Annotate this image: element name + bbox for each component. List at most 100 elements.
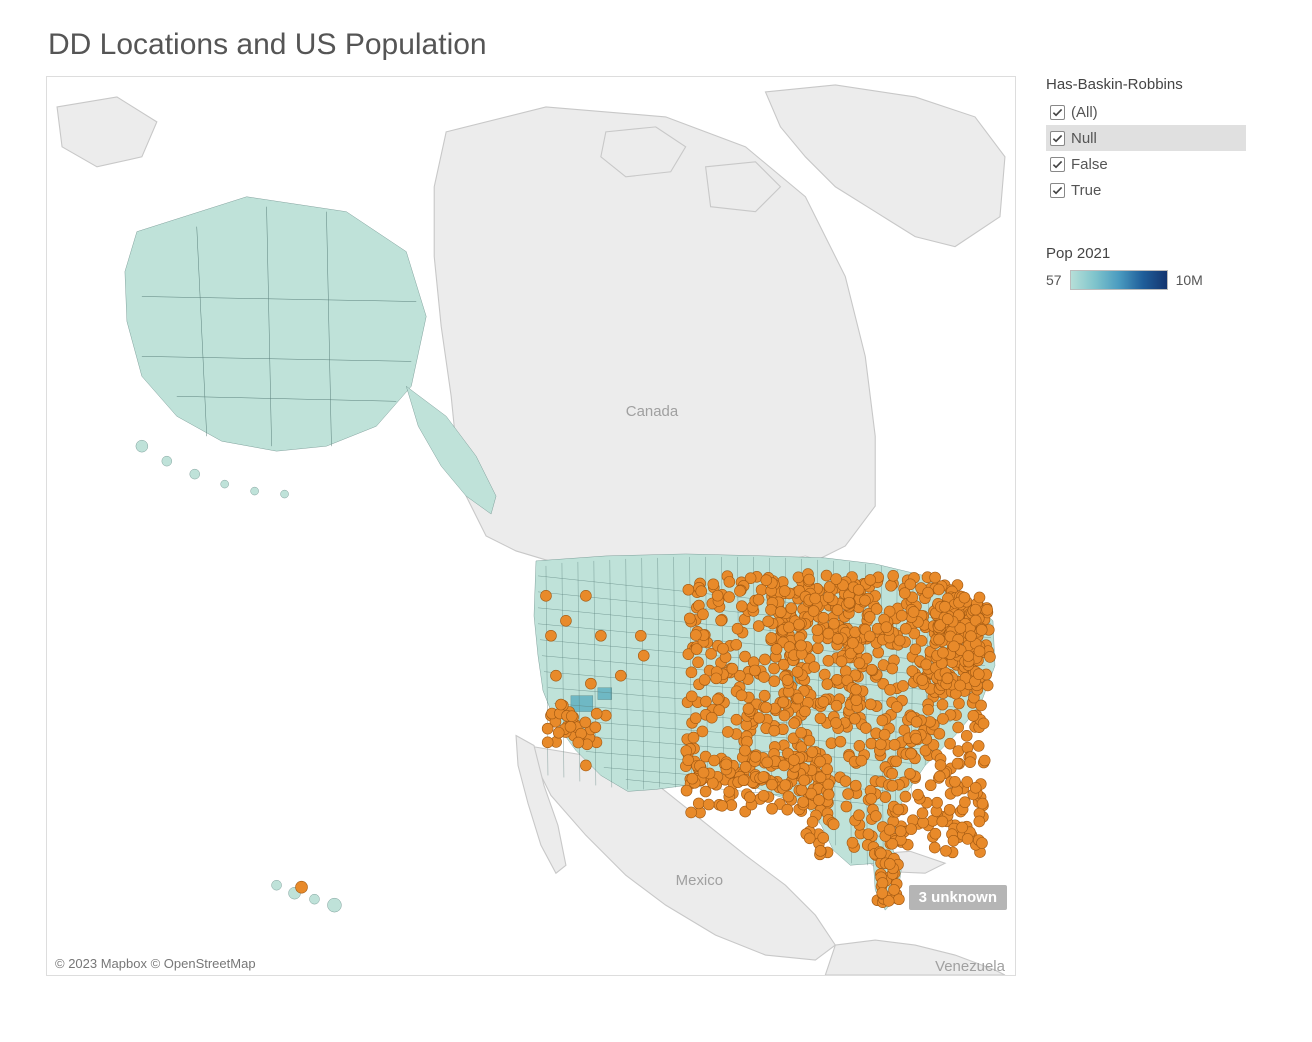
dd-location-marker[interactable] bbox=[796, 785, 807, 796]
filter-item-false[interactable]: False bbox=[1046, 151, 1246, 177]
checkbox-icon[interactable] bbox=[1050, 183, 1065, 198]
dd-location-marker[interactable] bbox=[688, 732, 699, 743]
dd-location-marker[interactable] bbox=[693, 657, 704, 668]
dd-location-marker[interactable] bbox=[851, 695, 862, 706]
dd-location-marker[interactable] bbox=[788, 754, 799, 765]
dd-location-marker[interactable] bbox=[759, 654, 770, 665]
dd-location-marker[interactable] bbox=[948, 641, 959, 652]
dd-location-marker[interactable] bbox=[717, 643, 728, 654]
dd-location-marker[interactable] bbox=[970, 782, 981, 793]
dd-location-marker[interactable] bbox=[754, 712, 765, 723]
dd-location-marker[interactable] bbox=[784, 622, 795, 633]
dd-location-marker[interactable] bbox=[716, 615, 727, 626]
legend-gradient[interactable] bbox=[1070, 270, 1168, 290]
dd-location-marker[interactable] bbox=[724, 786, 735, 797]
dd-location-marker[interactable] bbox=[724, 576, 735, 587]
dd-location-marker[interactable] bbox=[782, 804, 793, 815]
dd-location-marker[interactable] bbox=[973, 669, 984, 680]
dd-location-marker[interactable] bbox=[766, 779, 777, 790]
dd-location-marker[interactable] bbox=[866, 793, 877, 804]
dd-location-marker[interactable] bbox=[749, 665, 760, 676]
dd-location-marker[interactable] bbox=[847, 637, 858, 648]
dd-location-marker[interactable] bbox=[899, 588, 910, 599]
checkbox-icon[interactable] bbox=[1050, 105, 1065, 120]
dd-location-marker[interactable] bbox=[756, 584, 767, 595]
dd-location-marker[interactable] bbox=[832, 633, 843, 644]
dd-location-marker[interactable] bbox=[887, 780, 898, 791]
filter-item-true[interactable]: True bbox=[1046, 177, 1246, 203]
dd-location-marker[interactable] bbox=[708, 579, 719, 590]
dd-location-marker[interactable] bbox=[843, 789, 854, 800]
dd-location-marker[interactable] bbox=[904, 768, 915, 779]
dd-location-marker[interactable] bbox=[691, 644, 702, 655]
dd-location-marker[interactable] bbox=[893, 804, 904, 815]
dd-location-marker[interactable] bbox=[953, 722, 964, 733]
dd-location-marker[interactable] bbox=[687, 773, 698, 784]
dd-location-marker[interactable] bbox=[917, 675, 928, 686]
dd-location-marker[interactable] bbox=[930, 828, 941, 839]
dd-location-marker[interactable] bbox=[847, 837, 858, 848]
dd-location-marker[interactable] bbox=[853, 584, 864, 595]
dd-location-marker[interactable] bbox=[917, 808, 928, 819]
dd-location-marker[interactable] bbox=[939, 601, 950, 612]
dd-location-marker[interactable] bbox=[573, 737, 584, 748]
dd-location-marker[interactable] bbox=[982, 680, 993, 691]
dd-location-marker[interactable] bbox=[973, 740, 984, 751]
dd-location-marker[interactable] bbox=[875, 848, 886, 859]
dd-location-marker[interactable] bbox=[724, 592, 735, 603]
dd-location-marker[interactable] bbox=[885, 684, 896, 695]
dd-location-marker[interactable] bbox=[863, 829, 874, 840]
dd-location-marker[interactable] bbox=[828, 819, 839, 830]
dd-location-marker[interactable] bbox=[880, 792, 891, 803]
dd-location-marker[interactable] bbox=[937, 647, 948, 658]
dd-location-marker[interactable] bbox=[766, 632, 777, 643]
dd-location-marker[interactable] bbox=[793, 693, 804, 704]
dd-location-marker[interactable] bbox=[977, 838, 988, 849]
dd-location-marker[interactable] bbox=[807, 816, 818, 827]
dd-location-marker[interactable] bbox=[591, 708, 602, 719]
dd-location-marker[interactable] bbox=[856, 755, 867, 766]
dd-location-marker[interactable] bbox=[686, 807, 697, 818]
dd-location-marker[interactable] bbox=[984, 651, 995, 662]
dd-location-marker[interactable] bbox=[949, 776, 960, 787]
dd-location-marker[interactable] bbox=[736, 690, 747, 701]
dd-location-marker[interactable] bbox=[853, 810, 864, 821]
dd-location-marker[interactable] bbox=[823, 592, 834, 603]
dd-location-marker[interactable] bbox=[850, 780, 861, 791]
dd-location-marker[interactable] bbox=[844, 597, 855, 608]
dd-location-marker[interactable] bbox=[864, 631, 875, 642]
dd-location-marker[interactable] bbox=[815, 713, 826, 724]
dd-location-marker[interactable] bbox=[804, 574, 815, 585]
dd-location-marker[interactable] bbox=[738, 775, 749, 786]
dd-location-marker[interactable] bbox=[686, 691, 697, 702]
dd-location-marker[interactable] bbox=[841, 801, 852, 812]
dd-location-marker[interactable] bbox=[792, 666, 803, 677]
dd-location-marker[interactable] bbox=[875, 739, 886, 750]
dd-location-marker[interactable] bbox=[884, 824, 895, 835]
dd-location-marker[interactable] bbox=[815, 756, 826, 767]
dd-location-marker[interactable] bbox=[706, 712, 717, 723]
dd-location-marker[interactable] bbox=[930, 572, 941, 583]
dd-location-marker[interactable] bbox=[900, 623, 911, 634]
dd-location-marker[interactable] bbox=[888, 570, 899, 581]
dd-location-marker[interactable] bbox=[590, 722, 601, 733]
dd-location-marker[interactable] bbox=[699, 674, 710, 685]
dd-location-marker[interactable] bbox=[974, 592, 985, 603]
dd-location-marker[interactable] bbox=[762, 757, 773, 768]
checkbox-icon[interactable] bbox=[1050, 131, 1065, 146]
dd-location-marker[interactable] bbox=[722, 726, 733, 737]
dd-location-marker[interactable] bbox=[963, 651, 974, 662]
dd-location-marker[interactable] bbox=[976, 700, 987, 711]
dd-location-marker[interactable] bbox=[925, 780, 936, 791]
checkbox-icon[interactable] bbox=[1050, 157, 1065, 172]
dd-location-marker[interactable] bbox=[712, 694, 723, 705]
dd-location-marker[interactable] bbox=[808, 606, 819, 617]
dd-location-marker[interactable] bbox=[753, 594, 764, 605]
dd-location-marker[interactable] bbox=[580, 760, 591, 771]
dd-location-marker[interactable] bbox=[828, 618, 839, 629]
dd-location-marker[interactable] bbox=[783, 791, 794, 802]
dd-location-marker[interactable] bbox=[769, 725, 780, 736]
dd-location-marker[interactable] bbox=[818, 832, 829, 843]
dd-location-marker[interactable] bbox=[818, 612, 829, 623]
dd-location-marker[interactable] bbox=[684, 613, 695, 624]
